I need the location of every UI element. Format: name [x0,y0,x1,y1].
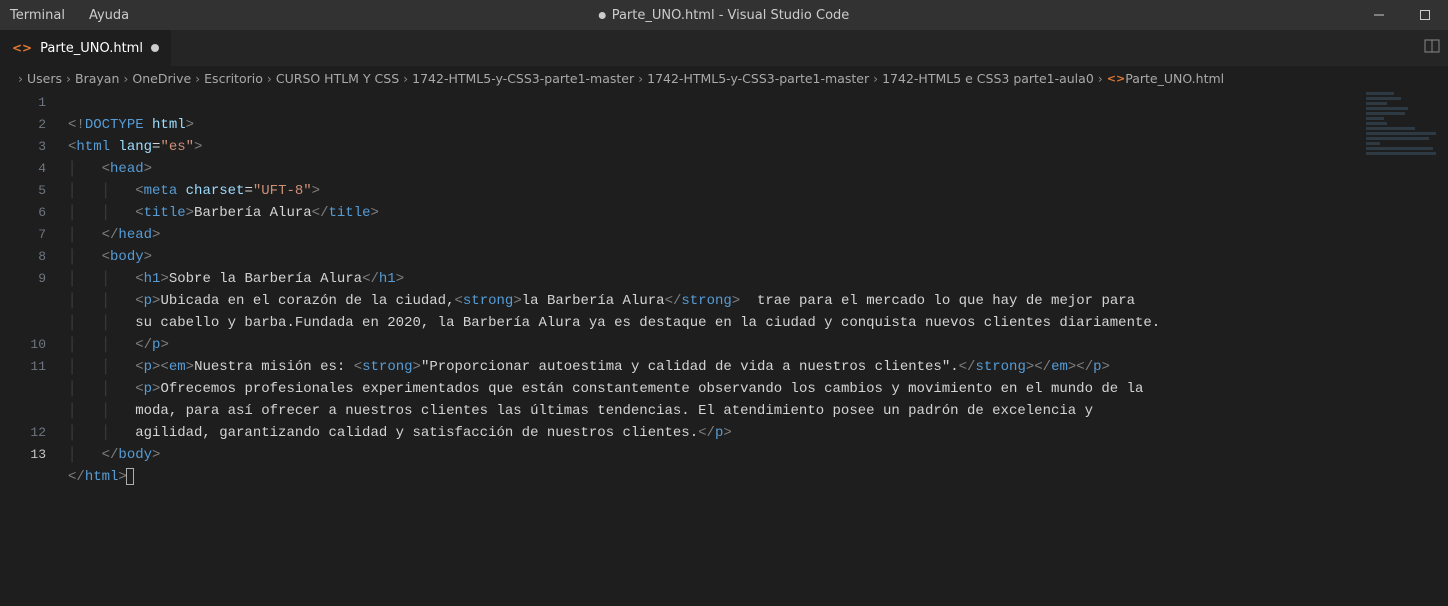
chevron-right-icon: › [267,71,272,86]
editor-area[interactable]: 123456789 1011 1213 <!DOCTYPE html> <htm… [0,90,1448,606]
html-file-icon: <> [1107,72,1125,85]
line-number: 5 [0,180,68,202]
line-number [0,400,68,422]
crumb-escritorio[interactable]: Escritorio [204,71,263,86]
code-content[interactable]: <!DOCTYPE html> <html lang="es"> │ <head… [68,90,1448,606]
menu-terminal[interactable]: Terminal [4,4,71,27]
crumb-1742-2[interactable]: 1742-HTML5-y-CSS3-parte1-master [647,71,869,86]
chevron-right-icon: › [195,71,200,86]
line-gutter: 123456789 1011 1213 [0,90,68,606]
chevron-right-icon: › [638,71,643,86]
line-number: 8 [0,246,68,268]
chevron-right-icon: › [66,71,71,86]
window-controls [1356,0,1448,30]
cursor-icon [126,468,134,485]
menu-bar: Terminal Ayuda [0,4,135,27]
breadcrumb[interactable]: › Users › Brayan › OneDrive › Escritorio… [0,66,1448,90]
chevron-right-icon: › [1098,71,1103,86]
line-number: 12 [0,422,68,444]
minimap[interactable] [1366,92,1436,152]
crumb-curso[interactable]: CURSO HTLM Y CSS [276,71,399,86]
line-number: 7 [0,224,68,246]
chevron-right-icon: › [18,71,23,86]
split-editor-icon[interactable] [1424,38,1440,58]
crumb-brayan[interactable]: Brayan [75,71,119,86]
line-number: 3 [0,136,68,158]
editor-actions [1424,30,1448,66]
crumb-aula0[interactable]: 1742-HTML5 e CSS3 parte1-aula0 [882,71,1094,86]
crumb-onedrive[interactable]: OneDrive [132,71,191,86]
crumb-1742-1[interactable]: 1742-HTML5-y-CSS3-parte1-master [412,71,634,86]
minimize-button[interactable] [1356,0,1402,30]
dirty-dot-icon [599,12,606,19]
line-number: 1 [0,92,68,114]
line-number: 4 [0,158,68,180]
maximize-button[interactable] [1402,0,1448,30]
line-number: 9 [0,268,68,290]
line-number: 6 [0,202,68,224]
line-number [0,290,68,312]
line-number: 10 [0,334,68,356]
window-title-text: Parte_UNO.html - Visual Studio Code [612,8,850,23]
line-number [0,378,68,400]
window-title: Parte_UNO.html - Visual Studio Code [599,8,850,23]
chevron-right-icon: › [123,71,128,86]
line-number: 2 [0,114,68,136]
tab-label: Parte_UNO.html [40,41,143,56]
line-number [0,312,68,334]
crumb-file[interactable]: Parte_UNO.html [1125,71,1224,86]
chevron-right-icon: › [403,71,408,86]
menu-help[interactable]: Ayuda [83,4,135,27]
tab-bar: <> Parte_UNO.html [0,30,1448,66]
chevron-right-icon: › [873,71,878,86]
tab-parte-uno[interactable]: <> Parte_UNO.html [0,30,171,66]
title-bar: Terminal Ayuda Parte_UNO.html - Visual S… [0,0,1448,30]
tab-dirty-icon [151,44,159,52]
html-file-icon: <> [12,41,32,55]
line-number: 13 [0,444,68,466]
crumb-users[interactable]: Users [27,71,62,86]
line-number: 11 [0,356,68,378]
